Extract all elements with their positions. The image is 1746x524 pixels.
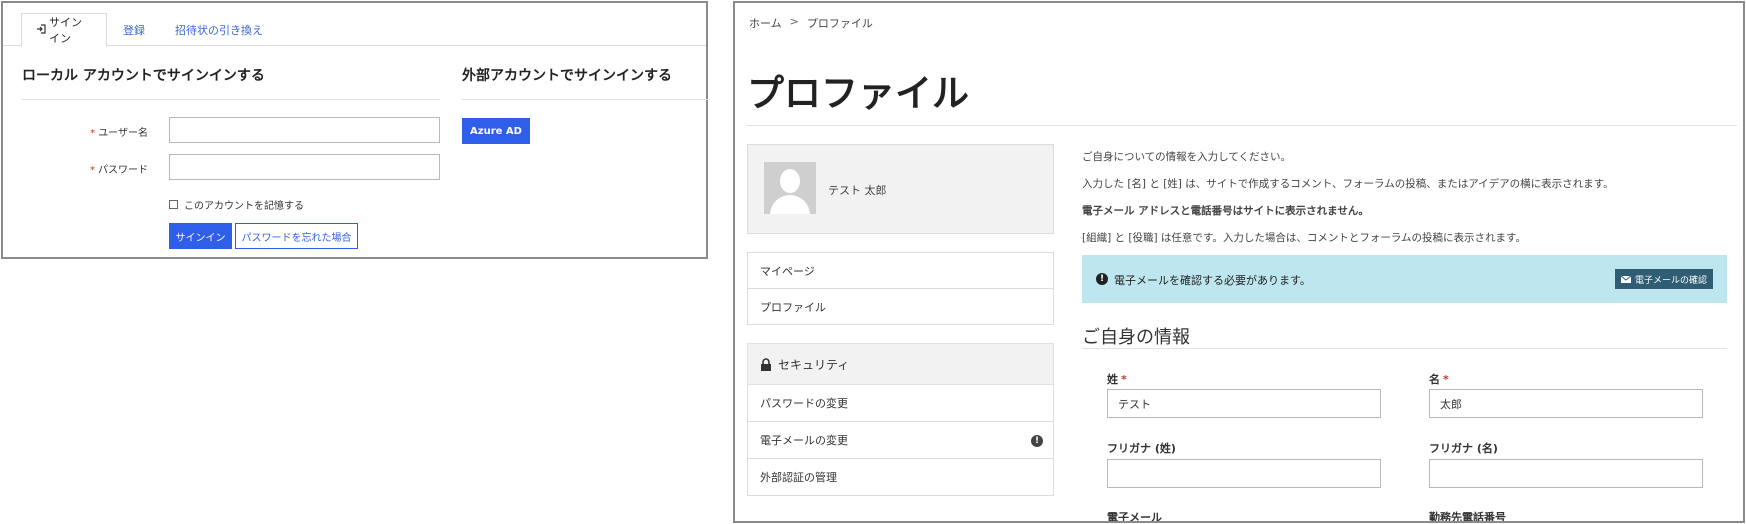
external-account-title: 外部アカウントでサインインする	[462, 68, 672, 84]
last-name-label: 姓 *	[1107, 371, 1127, 387]
first-name-input[interactable]	[1429, 389, 1703, 418]
tab-signin-label: サインイン	[49, 16, 82, 45]
divider	[462, 99, 710, 100]
work-phone-label: 勤務先電話番号	[1429, 511, 1506, 523]
info-text: 入力した [名] と [姓] は、サイトで作成するコメント、フォーラムの投稿、ま…	[1082, 178, 1614, 190]
security-item-change-password[interactable]: パスワードの変更	[747, 385, 1054, 422]
username-label: * ユーザー名	[18, 124, 148, 139]
tab-redeem-label: 招待状の引き換え	[175, 24, 263, 37]
required-mark: *	[90, 128, 96, 139]
tab-redeem-invitation[interactable]: 招待状の引き換え	[161, 13, 277, 47]
info-text: ご自身についての情報を入力してください。	[1082, 151, 1292, 163]
remember-me[interactable]: このアカウントを記憶する	[169, 197, 304, 212]
change-password-label: パスワードの変更	[760, 397, 848, 410]
tab-signin[interactable]: サインイン	[21, 13, 107, 47]
tab-register-label: 登録	[123, 24, 145, 37]
security-label: セキュリティ	[778, 357, 850, 372]
breadcrumb: ホーム > プロファイル	[749, 15, 873, 31]
tab-register[interactable]: 登録	[109, 13, 159, 47]
required-mark: *	[90, 165, 95, 176]
section-heading: ご自身の情報	[1082, 327, 1190, 348]
security-header: セキュリティ	[747, 343, 1054, 385]
local-account-title: ローカル アカウントでサインインする	[22, 68, 265, 84]
user-card: テスト 太郎	[747, 144, 1054, 234]
required-mark: *	[1443, 373, 1449, 386]
signin-button[interactable]: サインイン	[169, 223, 232, 249]
first-name-label-text: 名	[1429, 373, 1440, 386]
kana-first-name-input[interactable]	[1429, 459, 1703, 488]
mail-icon	[1620, 275, 1632, 283]
remember-label: このアカウントを記憶する	[184, 201, 304, 212]
first-name-label: 名 *	[1429, 371, 1449, 387]
profile-panel: ホーム > プロファイル プロファイル テスト 太郎 マイページ プロファイル …	[733, 1, 1745, 523]
nav-mypage[interactable]: マイページ	[747, 252, 1054, 289]
nav-profile-label: プロファイル	[760, 300, 826, 314]
breadcrumb-separator: >	[789, 15, 799, 28]
exclamation-icon: !	[1096, 273, 1108, 285]
email-verification-alert: ! 電子メールを確認する必要があります。 電子メールの確認	[1082, 255, 1727, 303]
info-text: [組織] と [役職] は任意です。入力した場合は、コメントとフォーラムの投稿に…	[1082, 232, 1526, 244]
password-label-text: パスワード	[98, 165, 148, 176]
kana-last-name-input[interactable]	[1107, 459, 1381, 488]
divider	[22, 99, 440, 100]
last-name-label-text: 姓	[1107, 373, 1118, 386]
security-item-external-auth[interactable]: 外部認証の管理	[747, 459, 1054, 496]
user-name: テスト 太郎	[828, 184, 887, 197]
security-item-change-email[interactable]: 電子メールの変更 !	[747, 422, 1054, 459]
breadcrumb-current: プロファイル	[806, 17, 873, 30]
kana-first-name-label: フリガナ (名)	[1429, 442, 1498, 455]
password-label: * パスワード	[18, 161, 148, 176]
kana-last-name-label: フリガナ (姓)	[1107, 442, 1176, 455]
avatar-body	[770, 195, 810, 214]
divider	[1082, 348, 1727, 349]
azure-ad-button[interactable]: Azure AD	[462, 118, 530, 144]
avatar	[764, 162, 816, 214]
forgot-password-button[interactable]: パスワードを忘れた場合	[235, 223, 358, 249]
page-title: プロファイル	[747, 72, 969, 115]
exclamation-icon: !	[1031, 435, 1043, 447]
external-auth-label: 外部認証の管理	[760, 471, 837, 484]
info-text: 電子メール アドレスと電話番号はサイトに表示されません。	[1082, 205, 1369, 217]
remember-checkbox[interactable]	[169, 200, 178, 209]
sign-in-icon	[36, 23, 46, 37]
signin-tabs: サインイン 登録 招待状の引き換え	[3, 3, 706, 47]
email-label: 電子メール	[1107, 511, 1162, 523]
avatar-head	[780, 169, 800, 193]
username-label-text: ユーザー名	[98, 128, 148, 139]
nav-profile[interactable]: プロファイル	[747, 288, 1054, 325]
verify-email-label: 電子メールの確認	[1634, 275, 1707, 286]
breadcrumb-home[interactable]: ホーム	[749, 15, 782, 31]
username-input[interactable]	[169, 117, 440, 143]
divider	[747, 125, 1737, 126]
verify-email-button[interactable]: 電子メールの確認	[1614, 269, 1713, 289]
required-mark: *	[1121, 373, 1127, 386]
signin-panel: サインイン 登録 招待状の引き換え ローカル アカウントでサインインする 外部ア…	[1, 1, 710, 259]
lock-icon	[760, 357, 772, 371]
change-email-label: 電子メールの変更	[760, 434, 848, 447]
password-input[interactable]	[169, 154, 440, 180]
last-name-input[interactable]	[1107, 389, 1381, 418]
alert-text: 電子メールを確認する必要があります。	[1114, 274, 1311, 287]
nav-mypage-label: マイページ	[760, 264, 815, 278]
